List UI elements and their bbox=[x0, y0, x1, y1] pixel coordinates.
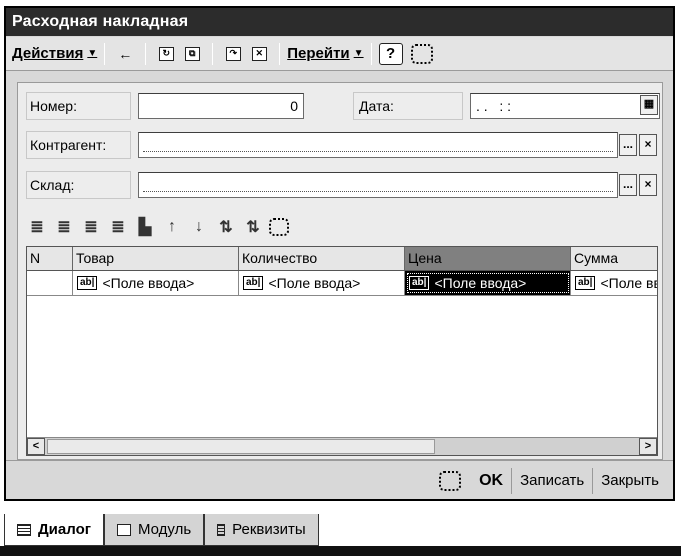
column-header-n[interactable]: N bbox=[27, 247, 73, 270]
refresh-icon[interactable]: ↻ bbox=[155, 43, 177, 65]
ok-button[interactable]: OK bbox=[471, 468, 511, 494]
tab-module-label: Модуль bbox=[138, 521, 192, 538]
tab-attributes[interactable]: Реквизиты bbox=[204, 514, 319, 546]
cell-quantity[interactable]: ab| <Поле ввода> bbox=[239, 271, 405, 295]
warehouse-field[interactable] bbox=[138, 172, 618, 198]
items-table[interactable]: N Товар Количество Цена Сумма ab| <Поле … bbox=[26, 246, 658, 456]
cell-price-text: <Поле ввода> bbox=[434, 275, 527, 291]
date-value: . . : : bbox=[476, 98, 512, 114]
cell-quantity-text: <Поле ввода> bbox=[268, 275, 361, 291]
text-field-icon: ab| bbox=[409, 276, 430, 290]
close-button[interactable]: Закрыть bbox=[593, 468, 667, 494]
tab-module[interactable]: Модуль bbox=[104, 514, 205, 546]
cell-product-text: <Поле ввода> bbox=[102, 275, 195, 291]
command-bar: Действия ▼ ← ↻ ⧉ ↷ ✕ Перейти ▼ ? bbox=[6, 37, 673, 71]
sort-descending-icon[interactable]: ⇅ bbox=[242, 216, 264, 238]
edit-row-icon[interactable]: ≣ bbox=[80, 216, 102, 238]
text-field-icon: ab| bbox=[575, 276, 596, 290]
warehouse-select-button[interactable]: ... bbox=[619, 174, 637, 196]
column-header-sum[interactable]: Сумма bbox=[571, 247, 657, 270]
cell-sum-text: <Поле ввода> bbox=[600, 275, 657, 291]
toolbar-separator bbox=[370, 42, 372, 65]
table-row[interactable]: ab| <Поле ввода> ab| <Поле ввода> ab| <П… bbox=[27, 271, 657, 296]
sort-ascending-icon[interactable]: ⇅ bbox=[215, 216, 237, 238]
table-toolbar: ≣ ≣ ≣ ≣ ▙ ↑ ↓ ⇅ ⇅ bbox=[26, 213, 294, 241]
bottom-command-bar: OK Записать Закрыть bbox=[6, 460, 673, 500]
scroll-right-button[interactable]: > bbox=[639, 438, 657, 455]
tab-dialog[interactable]: Диалог bbox=[4, 514, 104, 546]
editor-tabs: Диалог Модуль Реквизиты bbox=[4, 514, 319, 546]
warehouse-clear-button[interactable]: × bbox=[639, 174, 657, 196]
document-window: Расходная накладная Действия ▼ ← ↻ ⧉ ↷ ✕… bbox=[4, 6, 675, 501]
text-field-icon: ab| bbox=[77, 276, 98, 290]
back-arrow-icon[interactable]: ← bbox=[114, 43, 136, 65]
form-panel: Номер: 0 Дата: . . : : ▦ Контрагент: ...… bbox=[17, 82, 663, 460]
copy-row-icon[interactable]: ≣ bbox=[53, 216, 75, 238]
number-label: Номер: bbox=[26, 92, 131, 120]
column-header-quantity[interactable]: Количество bbox=[239, 247, 405, 270]
custom-buttons-icon[interactable] bbox=[269, 218, 289, 236]
dialog-icon bbox=[17, 523, 31, 536]
custom-buttons-icon[interactable] bbox=[410, 43, 433, 64]
toolbar-separator bbox=[145, 42, 147, 65]
toolbar-separator bbox=[212, 42, 214, 65]
cell-sum[interactable]: ab| <Поле ввода> bbox=[571, 271, 657, 295]
move-up-icon[interactable]: ↑ bbox=[161, 216, 183, 238]
toolbar-separator bbox=[104, 42, 106, 65]
post-document-icon[interactable]: ↷ bbox=[222, 43, 244, 65]
unpost-document-icon[interactable]: ✕ bbox=[248, 43, 270, 65]
scroll-thumb[interactable] bbox=[47, 439, 435, 454]
number-field[interactable]: 0 bbox=[138, 93, 304, 119]
toolbar-separator bbox=[279, 42, 281, 65]
cell-n[interactable] bbox=[27, 271, 73, 295]
module-icon bbox=[117, 523, 131, 536]
actions-menu-label: Действия bbox=[12, 45, 84, 62]
attributes-icon bbox=[217, 523, 226, 536]
warehouse-label: Склад: bbox=[26, 171, 131, 199]
cell-price[interactable]: ab| <Поле ввода> bbox=[405, 271, 571, 295]
custom-buttons-icon[interactable] bbox=[439, 470, 462, 491]
counterparty-clear-button[interactable]: × bbox=[639, 134, 657, 156]
tab-dialog-label: Диалог bbox=[38, 521, 91, 538]
save-button[interactable]: Записать bbox=[512, 468, 592, 494]
goto-menu-label: Перейти bbox=[287, 45, 350, 62]
goto-menu[interactable]: Перейти ▼ bbox=[287, 45, 363, 62]
column-header-price[interactable]: Цена bbox=[405, 247, 571, 270]
horizontal-scrollbar[interactable]: < > bbox=[27, 437, 657, 455]
date-label: Дата: bbox=[353, 92, 463, 120]
chevron-down-icon: ▼ bbox=[353, 48, 364, 59]
copy-icon[interactable]: ⧉ bbox=[181, 43, 203, 65]
text-field-icon: ab| bbox=[243, 276, 264, 290]
add-row-icon[interactable]: ≣ bbox=[26, 216, 48, 238]
delete-row-icon[interactable]: ≣ bbox=[107, 216, 129, 238]
date-field[interactable]: . . : : bbox=[470, 93, 660, 119]
counterparty-label: Контрагент: bbox=[26, 131, 131, 159]
help-button[interactable]: ? bbox=[378, 42, 403, 65]
actions-menu[interactable]: Действия ▼ bbox=[12, 45, 97, 62]
column-header-product[interactable]: Товар bbox=[73, 247, 239, 270]
chevron-down-icon: ▼ bbox=[87, 48, 98, 59]
cell-product[interactable]: ab| <Поле ввода> bbox=[73, 271, 239, 295]
counterparty-select-button[interactable]: ... bbox=[619, 134, 637, 156]
counterparty-field[interactable] bbox=[138, 132, 618, 158]
table-header: N Товар Количество Цена Сумма bbox=[27, 247, 657, 271]
move-down-icon[interactable]: ↓ bbox=[188, 216, 210, 238]
window-title: Расходная накладная bbox=[6, 8, 673, 36]
tab-attributes-label: Реквизиты bbox=[232, 521, 306, 538]
scroll-left-button[interactable]: < bbox=[27, 438, 45, 455]
end-edit-icon[interactable]: ▙ bbox=[134, 216, 156, 238]
calendar-icon[interactable]: ▦ bbox=[640, 95, 658, 115]
bottom-border bbox=[0, 546, 681, 556]
